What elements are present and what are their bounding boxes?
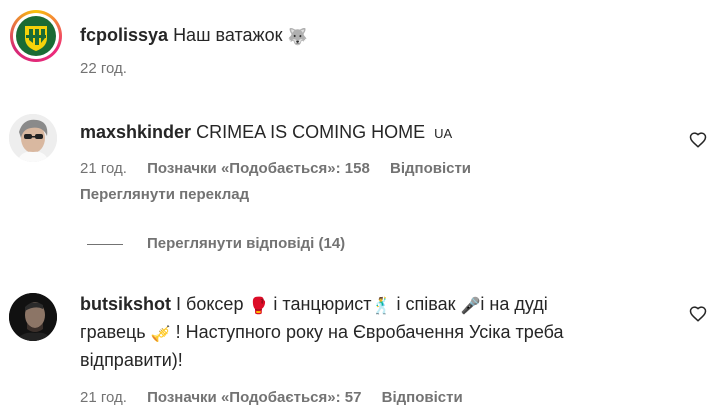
comment-text-3c: і співак (396, 294, 456, 314)
trumpet-emoji-icon: 🎺 (150, 326, 171, 343)
comment-text-3d: і на дуді (480, 294, 548, 314)
comment-translation-row: Переглянути переклад (80, 186, 265, 203)
timestamp[interactable]: 21 год. (80, 389, 127, 406)
comment-body-3-line-2: гравець 🎺 ! Наступного року на Євробачен… (80, 318, 673, 349)
dancer-emoji-icon: 🕺 (371, 298, 392, 315)
comment-meta-3: 21 год. Позначки «Подобається»: 57 Відпо… (80, 389, 479, 406)
username-butsikshot[interactable]: butsikshot (80, 294, 171, 314)
comment-body-3-line-3: відправити)! (80, 346, 673, 374)
comment-meta-2: 21 год. Позначки «Подобається»: 158 Відп… (80, 160, 487, 177)
view-replies-button[interactable]: Переглянути відповіді (14) (147, 235, 345, 252)
heart-outline-icon[interactable] (689, 305, 707, 323)
likes-count[interactable]: Позначки «Подобається»: 158 (147, 160, 370, 177)
comment-text-3b: і танцюрист (273, 294, 372, 314)
avatar-maxshkinder[interactable] (9, 114, 57, 162)
avatar-fcpolissya[interactable] (10, 10, 62, 62)
comments-panel: fcpolissya Наш ватажок 🐺 22 год. maxshki… (0, 0, 721, 417)
likes-count[interactable]: Позначки «Подобається»: 57 (147, 389, 361, 406)
comment-text-3e: гравець (80, 322, 146, 342)
comment-text-1: Наш ватажок (173, 25, 283, 45)
comment-text-3f: ! Наступного року на Євробачення Усіка т… (175, 322, 564, 342)
heart-outline-icon[interactable] (689, 131, 707, 149)
username-maxshkinder[interactable]: maxshkinder (80, 122, 191, 142)
timestamp[interactable]: 21 год. (80, 160, 127, 177)
comment-body-3-line-1: butsikshot І боксер 🥊 і танцюрист🕺 і спі… (80, 290, 673, 321)
avatar-butsikshot[interactable] (9, 293, 57, 341)
boxing-glove-emoji-icon: 🥊 (248, 298, 269, 315)
username-fcpolissya[interactable]: fcpolissya (80, 25, 168, 45)
replies-divider (87, 244, 123, 245)
comment-text-2: CRIMEA IS COMING HOME (196, 122, 426, 142)
comment-meta-1: 22 год. (80, 60, 143, 77)
see-translation-button[interactable]: Переглянути переклад (80, 186, 249, 203)
reply-button[interactable]: Відповісти (382, 389, 463, 406)
comment-text-3g: відправити)! (80, 350, 183, 370)
wolf-emoji-icon: 🐺 (287, 29, 308, 46)
polissya-logo (16, 16, 56, 56)
comment-body-1: fcpolissya Наш ватажок 🐺 (80, 21, 673, 52)
timestamp[interactable]: 22 год. (80, 60, 127, 77)
reply-button[interactable]: Відповісти (390, 160, 471, 177)
flag-tag-ua: UA (434, 126, 453, 141)
comment-body-2: maxshkinder CRIMEA IS COMING HOME UA (80, 118, 673, 148)
comment-text-3a: І боксер (176, 294, 244, 314)
microphone-emoji-icon: 🎤 (460, 298, 481, 315)
